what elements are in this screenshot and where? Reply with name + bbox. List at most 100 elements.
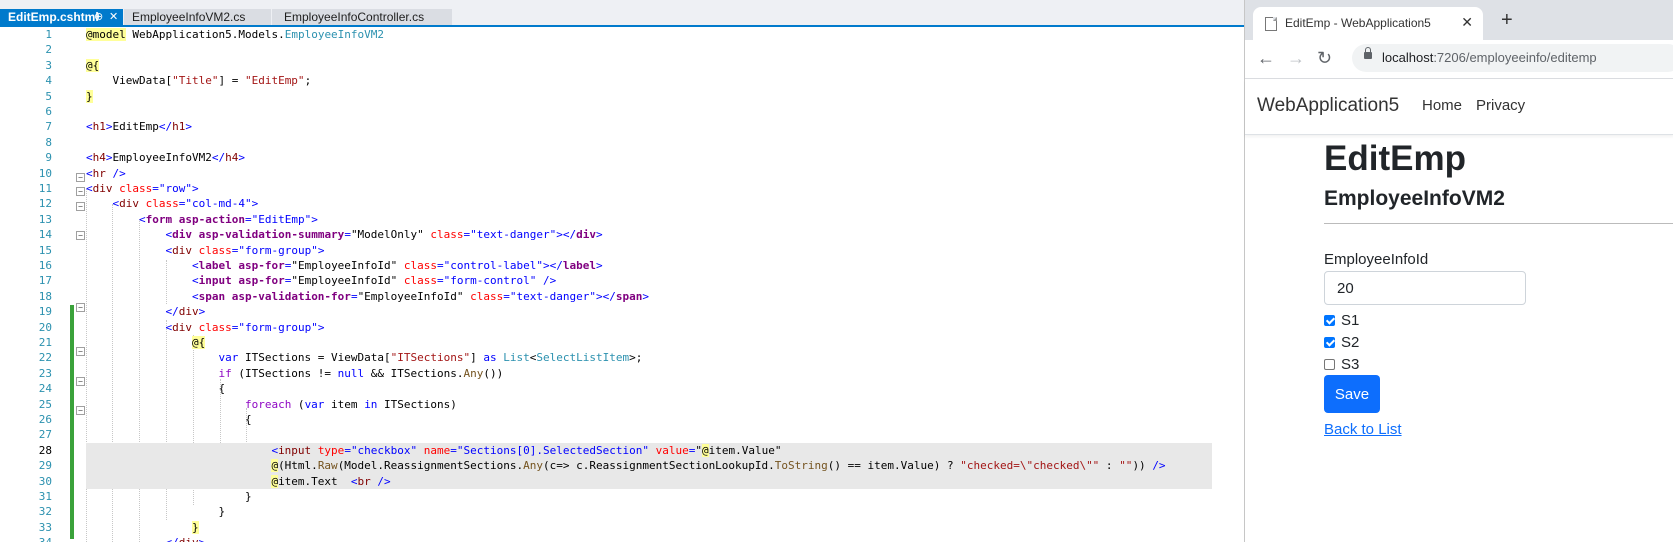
reload-icon[interactable]: ↻ (1317, 48, 1332, 68)
code-line: foreach (var item in ITSections) (244, 397, 457, 411)
checkbox-checked-icon[interactable] (1324, 315, 1335, 326)
line-number: 33 (38, 520, 52, 534)
tab-employeeinfovm2-cs[interactable]: EmployeeInfoVM2.cs (124, 9, 271, 26)
code-line: <div class="col-md-4"> (112, 197, 259, 211)
code-line: <input asp-for="EmployeeInfoId" class="f… (191, 274, 557, 288)
line-number: 4 (45, 74, 52, 88)
code-line: { (86, 382, 226, 396)
line-number: 23 (38, 366, 52, 380)
code-line: @(Html.Raw(Model.ReassignmentSections.An… (271, 459, 1166, 473)
line-number: 13 (38, 212, 52, 226)
browser-tab[interactable]: EditEmp - WebApplication5 ✕ (1253, 7, 1483, 40)
line-number: 6 (45, 105, 52, 118)
line-number: 15 (38, 243, 52, 257)
browser-window: EditEmp - WebApplication5 ✕ + ← → ↻ loca… (1244, 0, 1673, 542)
code-line: { (86, 413, 252, 426)
code-line: </div> (86, 535, 205, 542)
code-line: <label asp-for="EmployeeInfoId" class="c… (191, 259, 603, 272)
page-subtitle: EmployeeInfoVM2 (1324, 187, 1505, 210)
line-number: 30 (38, 474, 52, 488)
code-line: if (ITSections != null && ITSections.Any… (218, 366, 504, 380)
code-line: <span asp-validation-for="EmployeeInfoId… (191, 289, 649, 303)
checkbox-label: S2 (1341, 334, 1360, 351)
site-brand-link[interactable]: WebApplication5 (1257, 95, 1399, 117)
line-number: 32 (38, 505, 52, 519)
line-number: 9 (45, 151, 52, 165)
browser-tab-strip: EditEmp - WebApplication5 ✕ + (1245, 0, 1673, 40)
tab-editemp-cshtml[interactable]: EditEmp.cshtml ⊕ ✕ (0, 9, 123, 26)
code-line: <form asp-action="EditEmp"> (138, 212, 318, 226)
line-number: 11 (38, 182, 52, 195)
code-line: @item.Text <br /> (271, 474, 391, 488)
back-arrow-icon[interactable]: ← (1257, 48, 1275, 68)
code-line: <input type="checkbox" name="Sections[0]… (271, 443, 782, 457)
line-number: 28 (38, 443, 52, 457)
lock-icon[interactable] (1364, 47, 1372, 59)
page-title: EditEmp (1324, 139, 1466, 178)
line-number: 10 (38, 166, 52, 180)
code-line: <hr /> (86, 166, 126, 180)
line-number: 24 (38, 382, 52, 396)
checkbox-label: S3 (1341, 356, 1360, 373)
new-tab-icon[interactable]: + (1501, 10, 1513, 30)
line-number: 20 (38, 320, 52, 334)
url-host: localhost (1382, 50, 1434, 65)
line-number: 18 (38, 289, 52, 303)
code-line: @model WebApplication5.Models.EmployeeIn… (86, 28, 385, 41)
tab-employeeinfocontroller-cs[interactable]: EmployeeInfoController.cs (272, 9, 452, 26)
editor-tab-bar: EditEmp.cshtml ⊕ ✕ EmployeeInfoVM2.cs Em… (0, 0, 1244, 27)
code-line: @{ (86, 58, 100, 72)
line-number: 26 (38, 413, 52, 426)
code-area[interactable]: − − − − − − − − 1 @model WebApplication5.… (0, 27, 1244, 542)
code-line: @{ (191, 336, 206, 349)
line-number: 3 (45, 58, 52, 72)
site-navbar: WebApplication5 Home Privacy (1245, 79, 1673, 135)
code-line: <div class="row"> (86, 182, 199, 195)
line-number: 34 (0, 535, 52, 542)
line-number: 16 (38, 259, 52, 272)
save-button[interactable]: Save (1324, 375, 1380, 413)
line-number: 22 (38, 351, 52, 365)
checkbox-checked-icon[interactable] (1324, 337, 1335, 348)
line-number: 17 (38, 274, 52, 288)
line-number: 5 (45, 89, 52, 103)
web-page: WebApplication5 Home Privacy EditEmp Emp… (1245, 79, 1673, 542)
line-number: 8 (45, 135, 52, 149)
employee-info-id-input[interactable] (1324, 271, 1526, 305)
nav-link-home[interactable]: Home (1422, 97, 1462, 114)
code-line: } (86, 89, 93, 103)
line-number: 29 (38, 459, 52, 473)
code-line: <div class="form-group"> (165, 243, 325, 257)
nav-link-privacy[interactable]: Privacy (1476, 97, 1525, 114)
url-path: :7206/employeeinfo/editemp (1433, 50, 1597, 65)
close-icon[interactable]: ✕ (109, 9, 118, 26)
page-icon (1265, 17, 1277, 31)
code-line: } (86, 490, 252, 503)
code-line: <div class="form-group"> (165, 320, 325, 334)
line-number: 2 (45, 43, 52, 57)
url-text: localhost:7206/employeeinfo/editemp (1382, 50, 1597, 65)
checkbox-unchecked-icon[interactable] (1324, 359, 1335, 370)
browser-tab-title: EditEmp - WebApplication5 (1285, 16, 1431, 30)
code-line: <h4>EmployeeInfoVM2</h4> (86, 151, 245, 165)
pin-icon[interactable]: ⊕ (94, 9, 103, 26)
line-number: 14 (38, 228, 52, 242)
line-number: 12 (38, 197, 52, 211)
line-number: 7 (45, 120, 52, 134)
browser-toolbar: ← → ↻ localhost:7206/employeeinfo/editem… (1245, 40, 1673, 79)
line-number: 1 (45, 28, 52, 41)
back-to-list-link[interactable]: Back to List (1324, 421, 1402, 438)
code-line: </div> (165, 305, 206, 319)
employee-info-id-label: EmployeeInfoId (1324, 251, 1429, 268)
line-number: 25 (38, 397, 52, 411)
code-line: <h1>EditEmp</h1> (86, 120, 192, 134)
line-number: 19 (38, 305, 52, 319)
code-editor-window: EditEmp.cshtml ⊕ ✕ EmployeeInfoVM2.cs Em… (0, 0, 1244, 542)
checkbox-label: S1 (1341, 312, 1360, 329)
line-number: 31 (38, 490, 52, 503)
code-line: } (191, 520, 199, 534)
close-icon[interactable]: ✕ (1461, 14, 1473, 31)
forward-arrow-icon[interactable]: → (1287, 48, 1305, 68)
tab-label: EmployeeInfoController.cs (284, 10, 425, 24)
address-bar[interactable]: localhost:7206/employeeinfo/editemp (1352, 44, 1673, 72)
